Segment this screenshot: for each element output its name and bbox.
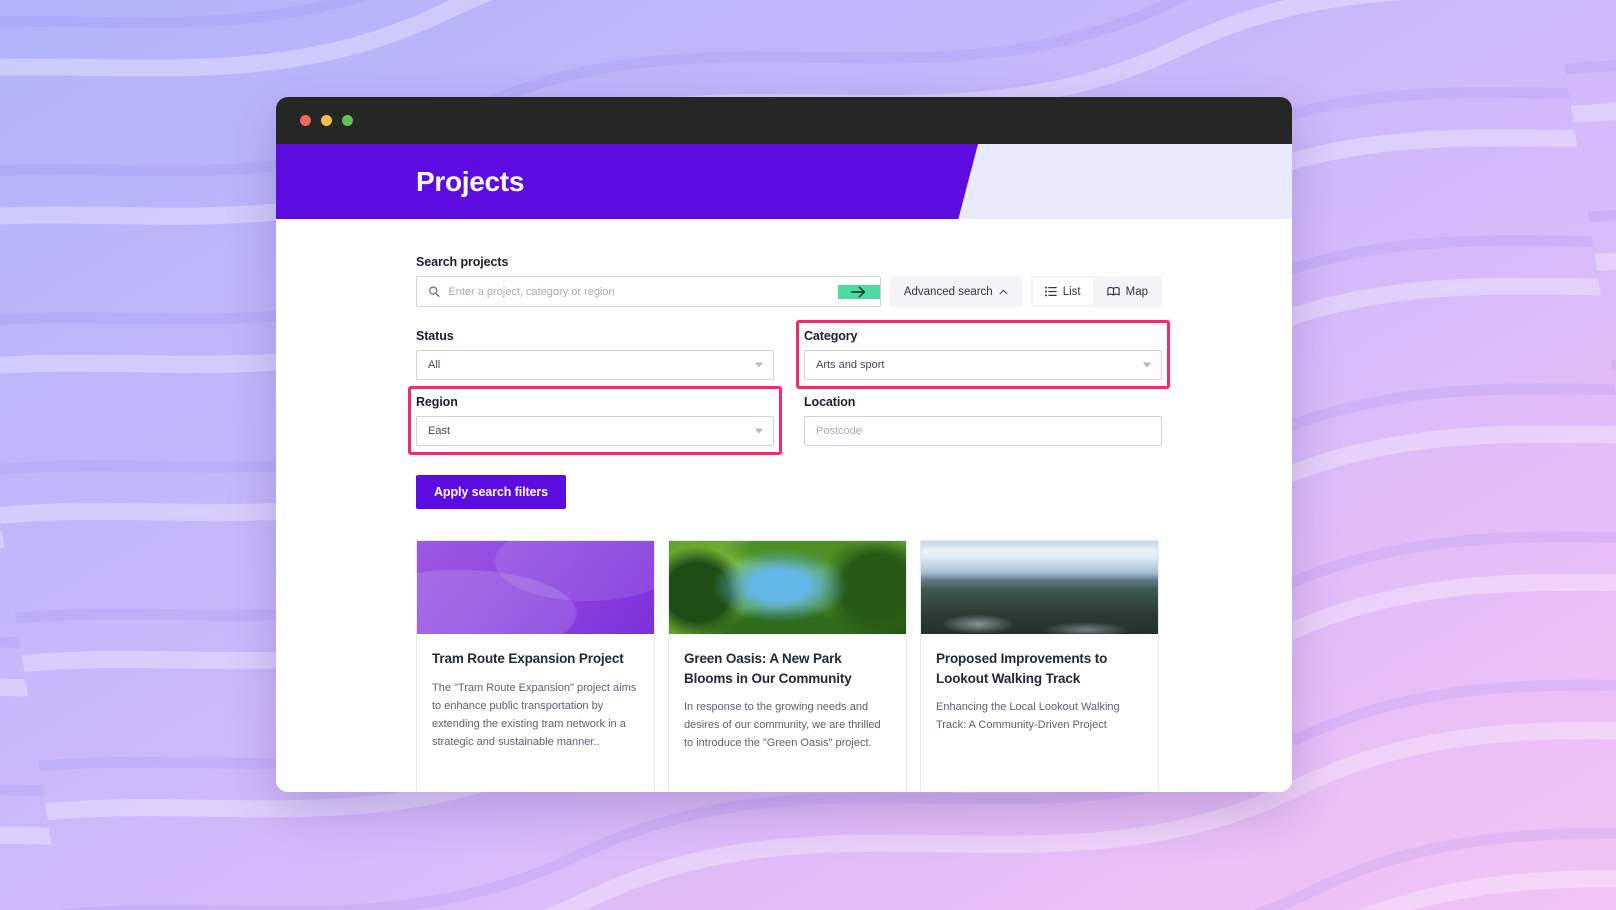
project-card-title: Tram Route Expansion Project — [432, 651, 624, 666]
chevron-down-icon — [1143, 362, 1151, 368]
arrow-right-icon — [851, 286, 866, 297]
view-toggle-map-label: Map — [1125, 285, 1148, 298]
filter-region: Region East — [408, 386, 782, 455]
window-titlebar — [276, 97, 1292, 144]
location-input[interactable] — [804, 416, 1162, 446]
chevron-up-icon — [999, 289, 1008, 294]
project-card-image — [417, 541, 654, 634]
page-content: Search projects Enter a project, categor… — [276, 219, 1292, 792]
list-icon — [1044, 286, 1057, 297]
search-icon — [429, 286, 440, 297]
project-card[interactable]: Green Oasis: A New Park Blooms in Our Co… — [668, 540, 907, 792]
page-banner: Projects — [276, 144, 1292, 219]
filter-status: Status All — [416, 329, 774, 380]
project-card-description: Enhancing the Local Lookout Walking Trac… — [936, 701, 1120, 732]
status-select[interactable]: All — [416, 350, 774, 380]
filter-grid: Status All Category Arts and sport Regio… — [408, 320, 1170, 455]
category-label: Category — [804, 329, 858, 343]
project-card[interactable]: Tram Route Expansion Project The "Tram R… — [416, 540, 655, 792]
maximize-window-button[interactable] — [342, 115, 353, 126]
apply-search-filters-button[interactable]: Apply search filters — [416, 475, 567, 509]
banner-purple-shape — [276, 144, 978, 219]
search-input[interactable] — [448, 277, 838, 306]
category-value: Arts and sport — [816, 359, 885, 371]
view-toggle-map[interactable]: Map — [1095, 278, 1160, 305]
project-card-title: Proposed Improvements to Lookout Walking… — [936, 651, 1108, 686]
project-card-description: In response to the growing needs and des… — [684, 701, 881, 750]
region-value: East — [428, 425, 451, 437]
project-card-description: The "Tram Route Expansion" project aims … — [432, 681, 637, 748]
page-title: Projects — [416, 165, 525, 197]
search-box — [416, 276, 881, 307]
project-card-image — [921, 541, 1158, 634]
map-icon — [1106, 286, 1120, 296]
view-toggle-group: List Map — [1030, 276, 1162, 307]
location-label: Location — [804, 395, 856, 409]
browser-window: Projects Search projects Enter a project… — [276, 97, 1292, 792]
advanced-search-button[interactable]: Advanced search — [889, 276, 1022, 307]
project-card-grid: Tram Route Expansion Project The "Tram R… — [416, 540, 1162, 792]
search-submit-button[interactable] — [837, 284, 880, 299]
region-select[interactable]: East — [416, 416, 774, 446]
chevron-down-icon — [755, 428, 763, 434]
status-label: Status — [416, 329, 454, 343]
chevron-down-icon — [755, 362, 763, 368]
project-card[interactable]: Proposed Improvements to Lookout Walking… — [920, 540, 1159, 792]
status-value: All — [428, 359, 441, 371]
view-toggle-list-label: List — [1062, 285, 1081, 298]
project-card-image — [669, 541, 906, 634]
advanced-search-label: Advanced search — [903, 285, 993, 298]
view-toggle-list[interactable]: List — [1032, 278, 1093, 305]
search-row: Advanced search — [416, 276, 1162, 307]
project-card-title: Green Oasis: A New Park Blooms in Our Co… — [684, 651, 852, 686]
filter-category: Category Arts and sport — [796, 320, 1170, 389]
close-window-button[interactable] — [300, 115, 311, 126]
region-label: Region — [416, 395, 458, 409]
minimize-window-button[interactable] — [321, 115, 332, 126]
search-projects-label: Search projects — [416, 255, 509, 269]
category-select[interactable]: Arts and sport — [804, 350, 1162, 380]
filter-location: Location — [804, 395, 1162, 446]
